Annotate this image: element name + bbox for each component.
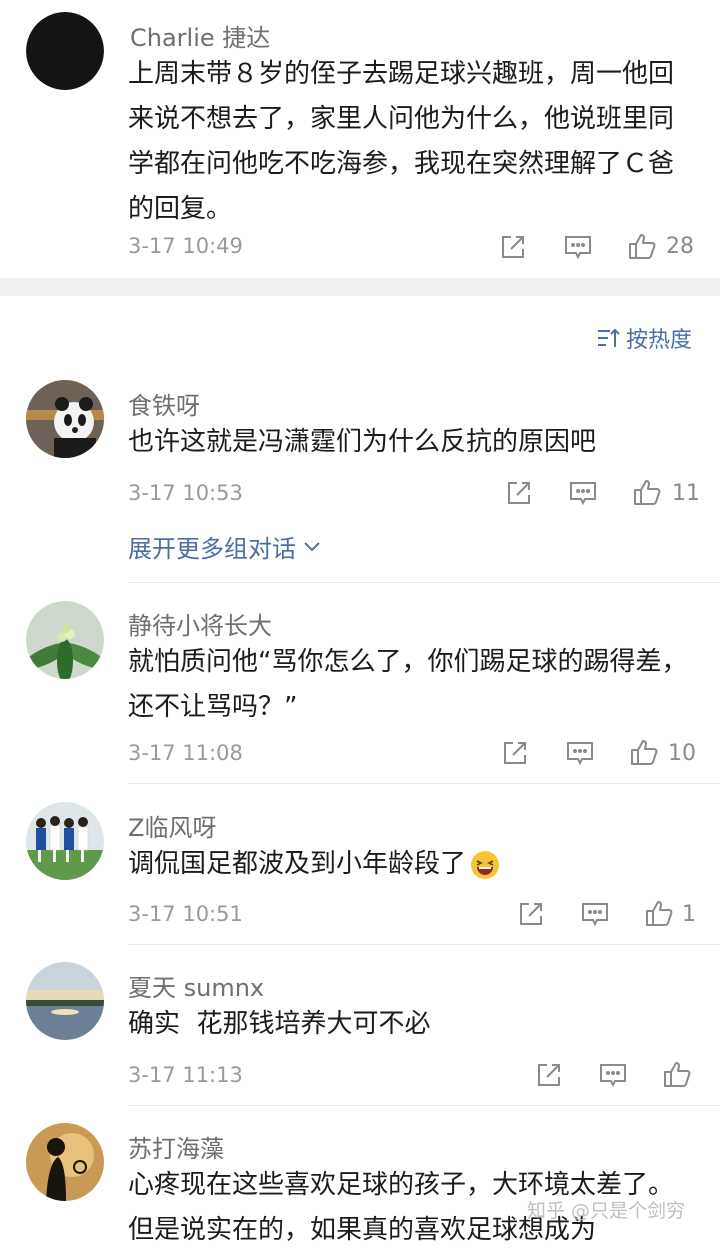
divider xyxy=(128,582,720,583)
sort-button[interactable]: 按热度 xyxy=(596,322,692,354)
avatar-silhouette[interactable] xyxy=(26,1123,104,1201)
avatar-sunset-lake[interactable] xyxy=(26,962,104,1040)
comment-time: 3-17 10:51 xyxy=(128,902,243,926)
like-count: 10 xyxy=(668,741,696,766)
comment-time: 3-17 11:13 xyxy=(128,1063,243,1087)
avatar-plant[interactable] xyxy=(26,601,104,679)
thumbs-up-icon[interactable] xyxy=(629,737,659,767)
thumbs-up-icon[interactable] xyxy=(627,231,657,261)
avatar-charlie[interactable] xyxy=(26,12,104,90)
share-icon[interactable] xyxy=(534,1060,564,1090)
comment-author[interactable]: 苏打海藻 xyxy=(128,1129,224,1164)
share-icon[interactable] xyxy=(500,738,530,768)
expand-conversation-button[interactable]: 展开更多组对话 xyxy=(128,529,322,564)
comment-author[interactable]: 静待小将长大 xyxy=(128,606,272,641)
thumbs-up-icon[interactable] xyxy=(662,1059,692,1089)
divider xyxy=(128,1105,720,1106)
reply-icon[interactable] xyxy=(563,232,593,262)
share-icon[interactable] xyxy=(516,899,546,929)
reply-icon[interactable] xyxy=(568,478,598,508)
like-count: 28 xyxy=(666,234,694,259)
comment-text: 调侃国足都波及到小年龄段了 xyxy=(128,842,698,887)
divider xyxy=(128,944,720,945)
comment-text: 也许这就是冯潇霆们为什么反抗的原因吧 xyxy=(128,427,597,457)
watermark: 知乎 @只是个剑穷 xyxy=(527,1200,686,1222)
comment-author[interactable]: 食铁呀 xyxy=(128,386,200,421)
sort-label: 按热度 xyxy=(625,328,692,353)
comment-author[interactable]: Charlie 捷达 xyxy=(130,18,270,53)
thumbs-up-icon[interactable] xyxy=(644,898,674,928)
reply-icon[interactable] xyxy=(598,1060,628,1090)
comment-text: 上周末带８岁的侄子去踢足球兴趣班，周一他回来说不想去了，家里人问他为什么，他说班… xyxy=(128,59,675,224)
comment-author[interactable]: Z临风呀 xyxy=(128,808,216,843)
comment-text: 确实 花那钱培养大可不必 xyxy=(128,1009,431,1039)
comment-text-content: 调侃国足都波及到小年龄段了 xyxy=(128,849,467,879)
comment-author[interactable]: 夏天 sumnx xyxy=(128,968,264,1003)
avatar-kids-team[interactable] xyxy=(26,802,104,880)
comment-time: 3-17 11:08 xyxy=(128,741,243,765)
chevron-down-icon xyxy=(304,541,320,551)
expand-label: 展开更多组对话 xyxy=(128,535,296,563)
reply-icon[interactable] xyxy=(565,738,595,768)
comment-time: 3-17 10:49 xyxy=(128,234,243,258)
like-count: 1 xyxy=(682,902,696,927)
like-count: 11 xyxy=(672,481,700,506)
avatar-panda[interactable] xyxy=(26,380,104,458)
thumbs-up-icon[interactable] xyxy=(632,477,662,507)
divider xyxy=(128,783,720,784)
share-icon[interactable] xyxy=(504,478,534,508)
section-divider xyxy=(0,278,720,296)
comment-time: 3-17 10:53 xyxy=(128,481,243,505)
share-icon[interactable] xyxy=(498,232,528,262)
laughing-emoji-icon xyxy=(471,850,500,879)
sort-icon xyxy=(597,328,620,347)
reply-icon[interactable] xyxy=(580,899,610,929)
comment-text: 就怕质问他“骂你怎么了，你们踢足球的踢得差，还不让骂吗？” xyxy=(128,647,688,722)
